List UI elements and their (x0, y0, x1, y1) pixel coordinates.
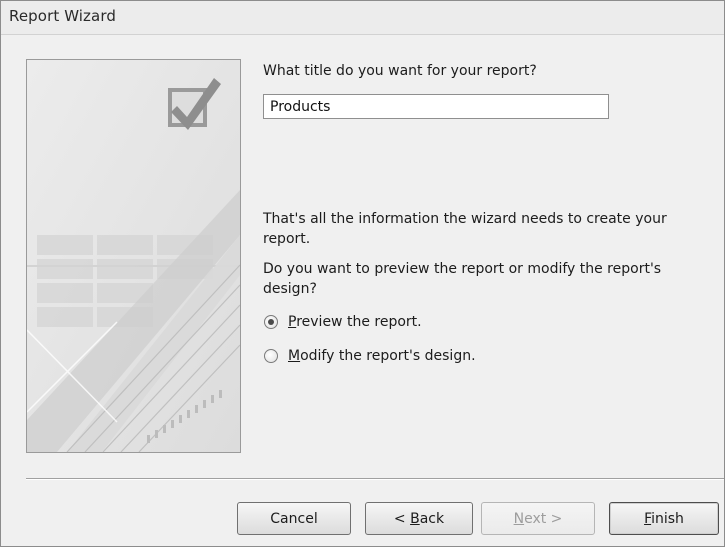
title-prompt: What title do you want for your report? (263, 63, 537, 79)
next-button[interactable]: Next > (481, 502, 595, 535)
window-title: Report Wizard (9, 7, 116, 25)
question-text-line1: Do you want to preview the report or mod… (263, 261, 662, 277)
radio-preview-report[interactable]: Preview the report. (264, 311, 422, 333)
radio-selected-icon[interactable] (264, 315, 278, 329)
info-text-line2: report. (263, 231, 311, 247)
radio-modify-label: Modify the report's design. (288, 348, 476, 364)
question-text-line2: design? (263, 281, 317, 297)
radio-preview-label: Preview the report. (288, 314, 422, 330)
footer-separator (26, 478, 724, 480)
finish-button[interactable]: Finish (609, 502, 719, 535)
wizard-illustration (26, 59, 241, 453)
wizard-illustration-graphic (27, 60, 240, 452)
report-title-input[interactable] (263, 94, 609, 119)
radio-unselected-icon[interactable] (264, 349, 278, 363)
radio-modify-design[interactable]: Modify the report's design. (264, 345, 476, 367)
cancel-button[interactable]: Cancel (237, 502, 351, 535)
back-button[interactable]: < Back (365, 502, 473, 535)
info-text-line1: That's all the information the wizard ne… (263, 211, 667, 227)
report-wizard-window: Report Wizard What title do you want for… (0, 0, 725, 547)
title-bar[interactable]: Report Wizard (1, 1, 724, 35)
